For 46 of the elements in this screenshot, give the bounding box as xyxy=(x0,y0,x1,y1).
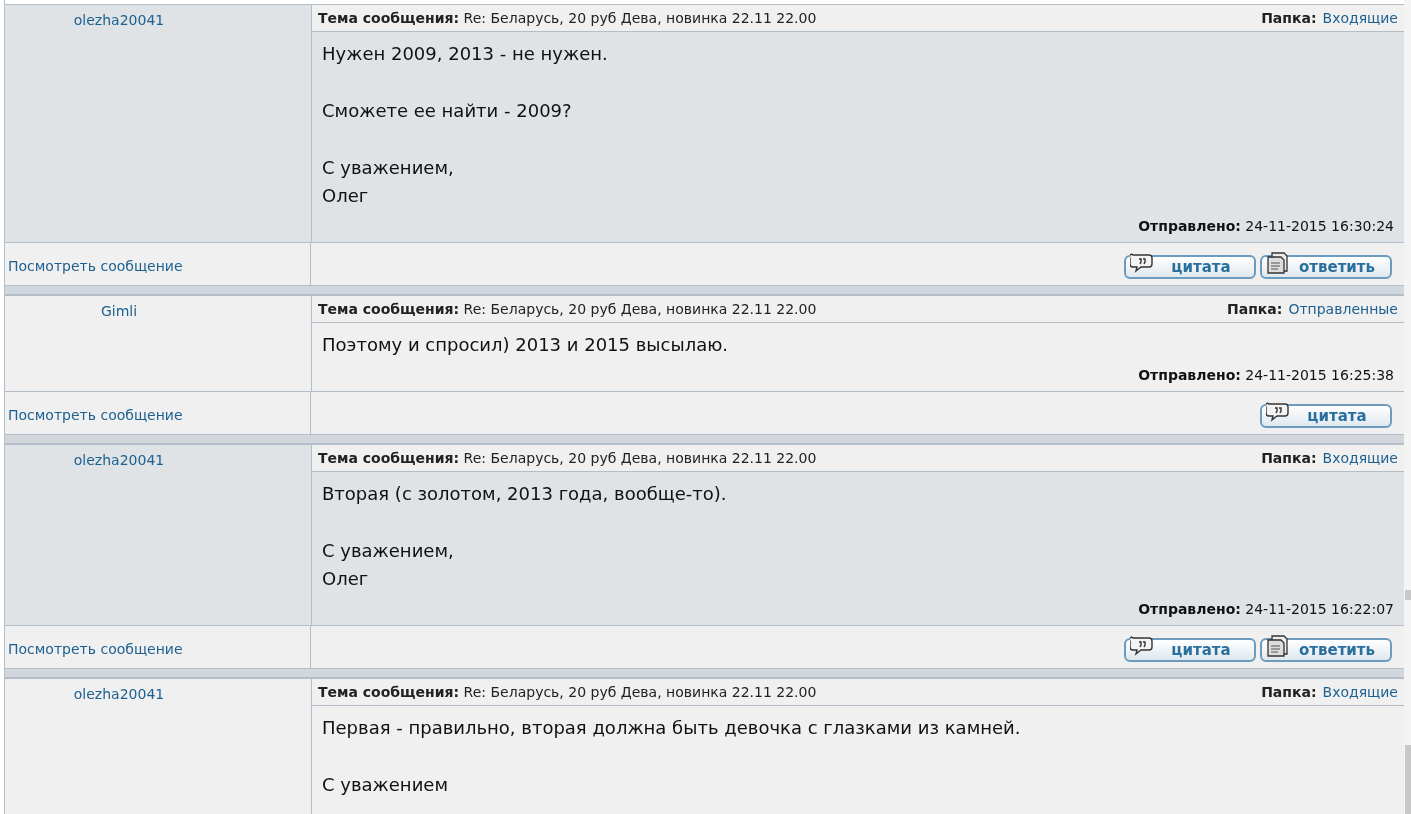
message-text: С уважением xyxy=(322,773,449,797)
folder-link[interactable]: Входящие xyxy=(1322,684,1398,700)
message-text: Первая - правильно, вторая должна быть девочка с глазками из камней. xyxy=(322,716,1022,740)
quote-button[interactable]: цитата xyxy=(1124,255,1256,279)
author-link[interactable]: olezha20041 xyxy=(73,452,165,468)
folder-link[interactable]: Отправленные xyxy=(1288,301,1398,317)
view-message-link[interactable]: Посмотреть сообщение xyxy=(8,258,183,274)
message-text: Сможете ее найти - 2009? xyxy=(322,99,573,123)
message-subject: Тема сообщения: Re: Беларусь, 20 руб Дева, новинка 22.11 22.00 xyxy=(318,450,818,466)
author-link[interactable]: olezha20041 xyxy=(73,686,165,702)
sent-time: 24-11-2015 16:30:24 xyxy=(1245,218,1394,234)
sent-label: Отправлено: xyxy=(1138,218,1241,234)
message-text: Олег xyxy=(322,184,370,208)
quote-button[interactable]: цитата xyxy=(1124,638,1256,662)
document-icon xyxy=(1266,635,1290,657)
scrollbar[interactable] xyxy=(1404,0,1411,814)
folder-label: Папка: xyxy=(1261,684,1317,700)
folder-label: Папка: xyxy=(1227,301,1283,317)
message-text: Нужен 2009, 2013 - не нужен. xyxy=(322,42,609,66)
message-text: Поэтому и спросил) 2013 и 2015 высылаю. xyxy=(322,333,730,357)
message-text: С уважением, xyxy=(322,156,455,180)
folder-link[interactable]: Входящие xyxy=(1322,10,1398,26)
folder-link[interactable]: Входящие xyxy=(1322,450,1398,466)
sent-label: Отправлено: xyxy=(1138,601,1241,617)
folder-label: Папка: xyxy=(1261,10,1317,26)
message-text: Олег xyxy=(322,567,370,591)
view-message-link[interactable]: Посмотреть сообщение xyxy=(8,407,183,423)
reply-button[interactable]: ответить xyxy=(1260,638,1392,662)
quote-button[interactable]: цитата xyxy=(1260,404,1392,428)
sent-label: Отправлено: xyxy=(1138,367,1241,383)
message-text: Вторая (с золотом, 2013 года, вообще-то). xyxy=(322,482,728,506)
author-link[interactable]: olezha20041 xyxy=(73,12,165,28)
document-icon xyxy=(1266,252,1290,274)
folder-label: Папка: xyxy=(1261,450,1317,466)
author-link[interactable]: Gimli xyxy=(100,303,138,319)
speech-bubble-icon xyxy=(1130,635,1154,657)
speech-bubble-icon xyxy=(1130,252,1154,274)
sent-time: 24-11-2015 16:22:07 xyxy=(1245,601,1394,617)
message-subject: Тема сообщения: Re: Беларусь, 20 руб Дева, новинка 22.11 22.00 xyxy=(318,10,818,26)
message-text: С уважением, xyxy=(322,539,455,563)
view-message-link[interactable]: Посмотреть сообщение xyxy=(8,641,183,657)
message-subject: Тема сообщения: Re: Беларусь, 20 руб Дева, новинка 22.11 22.00 xyxy=(318,684,818,700)
message-subject: Тема сообщения: Re: Беларусь, 20 руб Дева, новинка 22.11 22.00 xyxy=(318,301,818,317)
sent-time: 24-11-2015 16:25:38 xyxy=(1245,367,1394,383)
speech-bubble-icon xyxy=(1266,401,1290,423)
reply-button[interactable]: ответить xyxy=(1260,255,1392,279)
